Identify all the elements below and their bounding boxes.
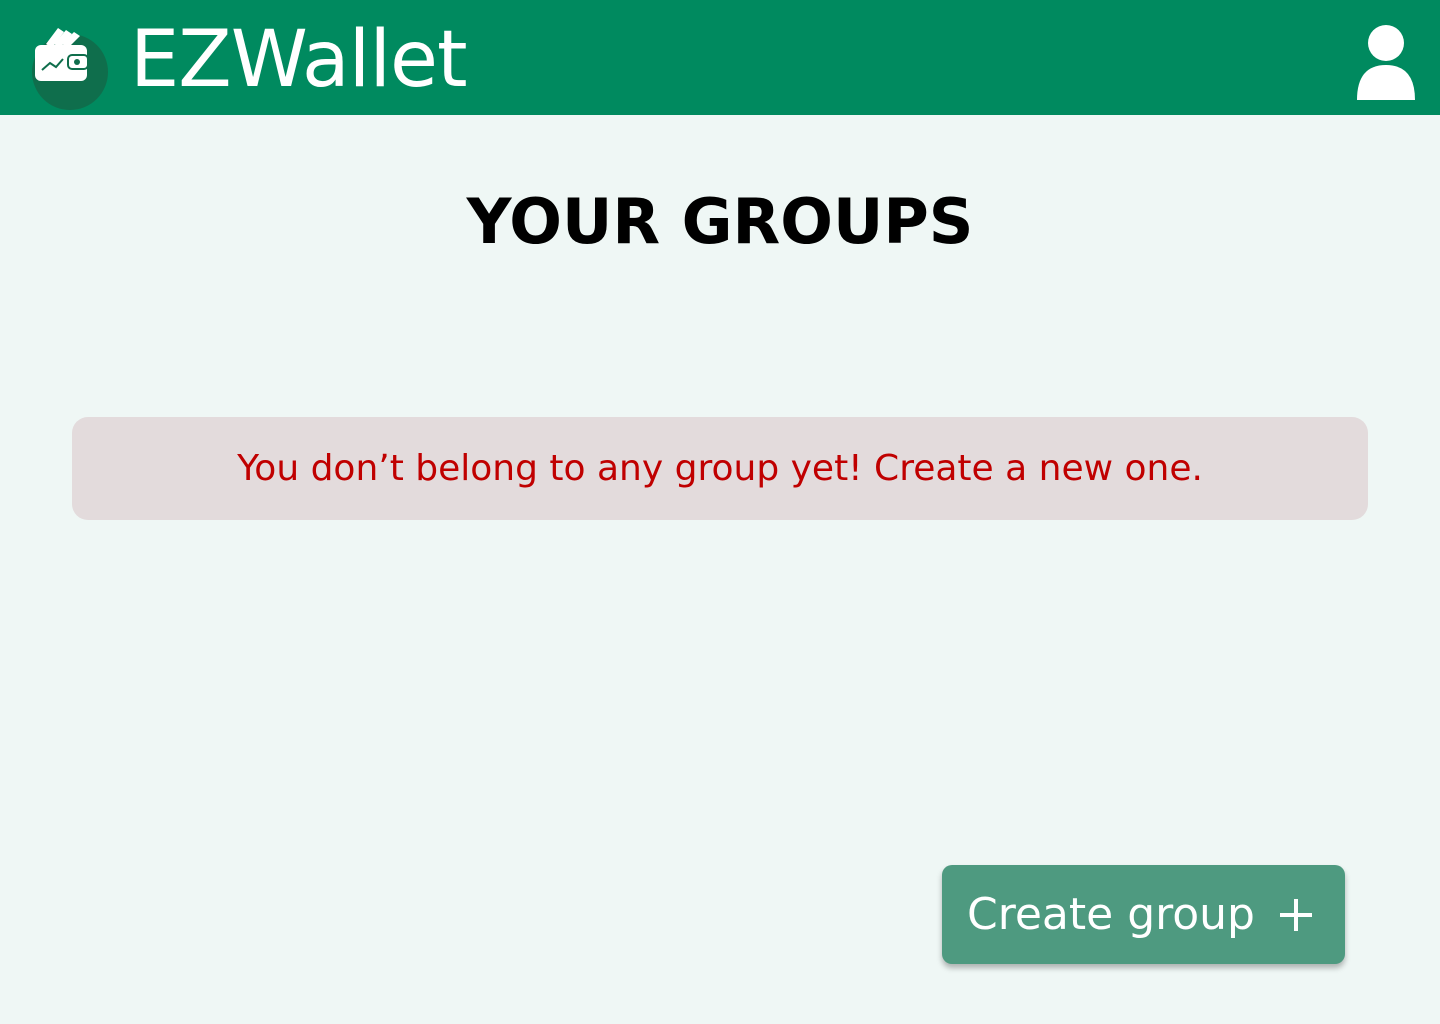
plus-icon[interactable] <box>1278 897 1314 933</box>
app-title: EZWallet <box>130 15 468 105</box>
page-title: YOUR GROUPS <box>466 185 974 258</box>
empty-state-message: You don’t belong to any group yet! Creat… <box>237 448 1203 489</box>
wallet-icon <box>32 28 108 110</box>
create-group-label: Create group <box>967 889 1255 940</box>
user-profile-icon[interactable] <box>1354 24 1418 102</box>
empty-state-alert: You don’t belong to any group yet! Creat… <box>72 417 1368 520</box>
top-app-bar: EZWallet <box>0 0 1440 115</box>
